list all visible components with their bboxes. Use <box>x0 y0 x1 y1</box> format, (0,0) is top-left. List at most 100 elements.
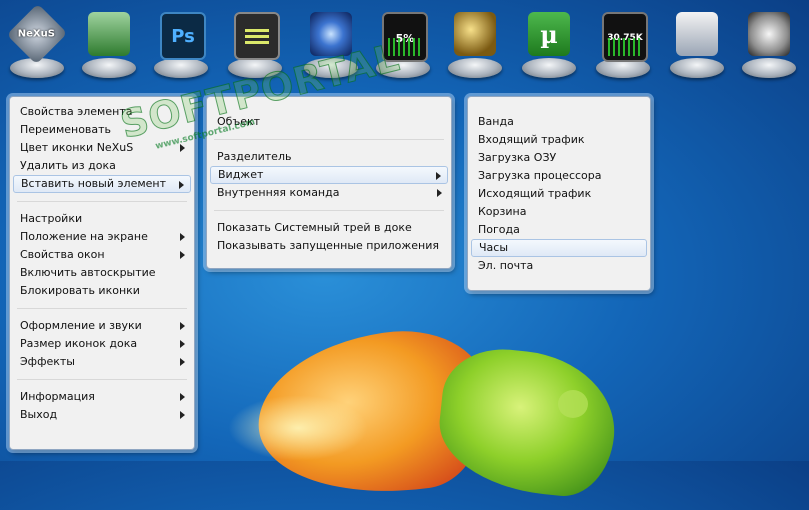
menu-item-object[interactable]: Объект <box>210 113 448 131</box>
server-icon <box>88 12 130 56</box>
menu-item-information[interactable]: Информация <box>13 388 191 406</box>
menu-separator <box>214 210 444 211</box>
dock-plate <box>448 58 502 78</box>
submenu-arrow-icon <box>180 340 185 348</box>
submenu-arrow-icon <box>180 233 185 241</box>
menu-item-icon-size[interactable]: Размер иконок дока <box>13 335 191 353</box>
menu-item-label: Эффекты <box>20 355 75 368</box>
submenu-arrow-icon <box>180 322 185 330</box>
menu-item-label: Настройки <box>20 212 83 225</box>
context-menu-widget: Ванда Входящий трафик Загрузка ОЗУ Загру… <box>467 96 651 291</box>
menu-item-label: Свойства окон <box>20 248 105 261</box>
menu-item-label: Цвет иконки NeXuS <box>20 141 134 154</box>
widget-item-weather[interactable]: Погода <box>471 221 647 239</box>
menu-item-rename[interactable]: Переименовать <box>13 121 191 139</box>
dock-plate <box>154 58 208 78</box>
dock-item-clock[interactable] <box>736 6 802 86</box>
menu-item-label: Корзина <box>478 205 527 218</box>
widget-item-outgoing-traffic[interactable]: Исходящий трафик <box>471 185 647 203</box>
menu-item-themes-sounds[interactable]: Оформление и звуки <box>13 317 191 335</box>
dock-item-server[interactable] <box>76 6 142 86</box>
dock-plate <box>304 58 358 78</box>
menu-separator <box>17 201 187 202</box>
menu-item-label: Часы <box>479 241 509 254</box>
menu-separator <box>17 379 187 380</box>
menu-item-internal-command[interactable]: Внутренняя команда <box>210 184 448 202</box>
menu-item-label: Объект <box>217 115 261 128</box>
clock-icon <box>748 12 790 56</box>
menu-item-screen-position[interactable]: Положение на экране <box>13 228 191 246</box>
menu-item-label: Вставить новый элемент <box>21 177 166 190</box>
wallpaper-logo-green <box>433 343 622 501</box>
menu-item-label: Ванда <box>478 115 514 128</box>
menu-item-exit[interactable]: Выход <box>13 406 191 424</box>
context-menu-main: Свойства элемента Переименовать Цвет ико… <box>9 96 195 450</box>
menu-item-insert-new-element[interactable]: Вставить новый элемент <box>13 175 191 193</box>
menu-item-label: Свойства элемента <box>20 105 133 118</box>
menu-item-label: Показывать запущенные приложения <box>217 239 440 252</box>
menu-item-label: Загрузка процессора <box>478 169 602 182</box>
photoshop-icon-text: Ps <box>171 25 195 47</box>
utorrent-icon: µ <box>528 12 570 56</box>
dock-item-network-meter[interactable]: 30.75K <box>590 6 656 86</box>
submenu-arrow-icon <box>180 251 185 259</box>
widget-item-ram-load[interactable]: Загрузка ОЗУ <box>471 149 647 167</box>
utorrent-icon-text: µ <box>540 19 558 49</box>
media-icon <box>676 12 718 56</box>
dock-plate <box>228 58 282 78</box>
menu-item-widget[interactable]: Виджет <box>210 166 448 184</box>
cpu-graph <box>388 38 420 56</box>
menu-item-label: Удалить из дока <box>20 159 116 172</box>
dock-plate <box>82 58 136 78</box>
photoshop-icon: Ps <box>160 12 206 60</box>
cpu-meter-icon: 5% <box>382 12 428 62</box>
globe-icon <box>454 12 496 56</box>
dock-plate <box>742 58 796 78</box>
menu-item-label: Показать Системный трей в доке <box>217 221 412 234</box>
dock-item-starburst[interactable] <box>298 6 364 86</box>
dock-item-terminal[interactable] <box>222 6 288 86</box>
network-meter-icon: 30.75K <box>602 12 648 62</box>
dock-item-globe[interactable] <box>442 6 508 86</box>
submenu-arrow-icon <box>180 393 185 401</box>
terminal-icon <box>234 12 280 60</box>
menu-item-show-system-tray[interactable]: Показать Системный трей в доке <box>210 219 448 237</box>
menu-item-remove-from-dock[interactable]: Удалить из дока <box>13 157 191 175</box>
menu-item-label: Информация <box>20 390 95 403</box>
menu-item-label: Загрузка ОЗУ <box>478 151 557 164</box>
widget-item-wanda[interactable]: Ванда <box>471 113 647 131</box>
menu-item-window-properties[interactable]: Свойства окон <box>13 246 191 264</box>
widget-item-recycle-bin[interactable]: Корзина <box>471 203 647 221</box>
menu-item-label: Включить автоскрытие <box>20 266 156 279</box>
wallpaper-logo-leaf <box>558 390 588 418</box>
menu-item-effects[interactable]: Эффекты <box>13 353 191 371</box>
wallpaper-glow <box>228 395 368 461</box>
menu-item-label: Размер иконок дока <box>20 337 138 350</box>
dock-item-nexus[interactable]: NeXuS <box>4 3 70 86</box>
network-graph <box>608 38 640 56</box>
widget-item-email[interactable]: Эл. почта <box>471 257 647 275</box>
widget-item-cpu-load[interactable]: Загрузка процессора <box>471 167 647 185</box>
menu-item-label: Выход <box>20 408 58 421</box>
menu-item-show-running-apps[interactable]: Показывать запущенные приложения <box>210 237 448 255</box>
dock-item-cpu-meter[interactable]: 5% <box>370 6 436 86</box>
submenu-arrow-icon <box>180 144 185 152</box>
menu-item-label: Погода <box>478 223 520 236</box>
dock-plate <box>522 58 576 78</box>
menu-item-element-properties[interactable]: Свойства элемента <box>13 103 191 121</box>
menu-item-settings[interactable]: Настройки <box>13 210 191 228</box>
menu-item-lock-icons[interactable]: Блокировать иконки <box>13 282 191 300</box>
widget-item-clock[interactable]: Часы <box>471 239 647 257</box>
menu-item-icon-color[interactable]: Цвет иконки NeXuS <box>13 139 191 157</box>
widget-item-incoming-traffic[interactable]: Входящий трафик <box>471 131 647 149</box>
menu-item-label: Исходящий трафик <box>478 187 592 200</box>
nexus-logo-text: NeXuS <box>18 28 56 40</box>
menu-item-separator[interactable]: Разделитель <box>210 148 448 166</box>
dock-item-utorrent[interactable]: µ <box>516 6 582 86</box>
dock-item-photoshop[interactable]: Ps <box>148 6 214 86</box>
nexus-dock: NeXuS Ps 5% µ 30.75K <box>0 0 809 88</box>
star-burst-icon <box>310 12 352 56</box>
dock-item-media[interactable] <box>664 6 730 86</box>
menu-item-autohide[interactable]: Включить автоскрытие <box>13 264 191 282</box>
submenu-arrow-icon <box>436 172 441 180</box>
